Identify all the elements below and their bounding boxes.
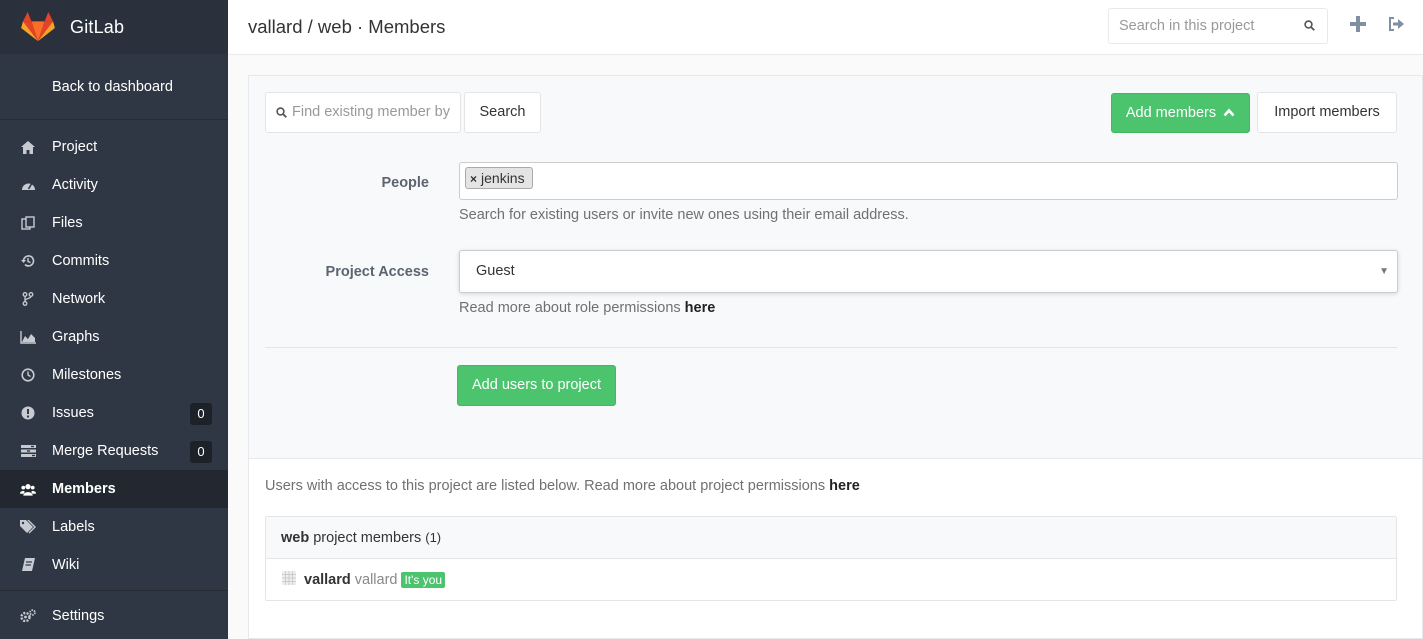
tags-icon (20, 519, 36, 535)
sidebar-item-label: Wiki (52, 557, 80, 573)
sidebar-nav: Project Activity Files Commits Network G… (0, 120, 228, 635)
gitlab-logo-icon (21, 12, 55, 42)
main-content: Find existing member by Search Add membe… (228, 55, 1423, 639)
book-icon (20, 557, 36, 573)
code-fork-icon (20, 291, 36, 307)
sidebar-item-network[interactable]: Network (0, 280, 228, 318)
member-row: vallard vallard It's you (266, 559, 1396, 601)
add-members-button[interactable]: Add members (1111, 93, 1250, 133)
sidebar-item-members[interactable]: Members (0, 470, 228, 508)
history-icon (20, 253, 36, 269)
project-name: web (281, 530, 310, 546)
remove-token-icon[interactable]: × (470, 172, 477, 186)
people-input[interactable]: × jenkins (459, 162, 1398, 200)
sidebar-item-milestones[interactable]: Milestones (0, 356, 228, 394)
sidebar-item-commits[interactable]: Commits (0, 242, 228, 280)
add-members-form: Find existing member by Search Add membe… (249, 76, 1422, 459)
clock-icon (20, 367, 36, 383)
people-help-text: Search for existing users or invite new … (459, 207, 909, 223)
cogs-icon (20, 608, 36, 624)
add-members-label: Add members (1125, 105, 1217, 121)
merge-requests-count-badge: 0 (190, 441, 212, 463)
search-button[interactable]: Search (464, 92, 541, 133)
sidebar-item-label: Files (52, 215, 83, 231)
sign-out-icon[interactable] (1388, 17, 1404, 31)
sidebar-item-label: Labels (52, 519, 95, 535)
project-search-placeholder: Search in this project (1119, 18, 1255, 34)
sidebar: GitLab Back to dashboard Project Activit… (0, 0, 228, 639)
brand-name: GitLab (70, 16, 125, 37)
its-you-badge: It's you (401, 572, 446, 588)
search-icon (276, 107, 287, 118)
people-label: People (381, 175, 429, 191)
sidebar-item-label: Merge Requests (52, 443, 159, 459)
members-list: web project members (1) vallard vallard … (265, 516, 1397, 601)
sidebar-item-label: Activity (52, 177, 98, 193)
sidebar-item-wiki[interactable]: Wiki (0, 546, 228, 584)
sidebar-item-label: Network (52, 291, 106, 307)
files-icon (20, 215, 36, 231)
sidebar-item-label: Issues (52, 405, 94, 421)
members-info-text: Users with access to this project are li… (265, 478, 860, 494)
access-help-label: Read more about role permissions (459, 300, 681, 316)
project-access-value: Guest (476, 263, 515, 279)
sidebar-item-label: Commits (52, 253, 110, 269)
access-help-text: Read more about role permissions here (459, 300, 715, 316)
sidebar-item-project[interactable]: Project (0, 128, 228, 166)
members-info-label: Users with access to this project are li… (265, 478, 826, 494)
page-title: vallard / web · Members (248, 16, 446, 37)
back-to-dashboard-link[interactable]: Back to dashboard (0, 54, 228, 120)
sidebar-item-label: Members (52, 481, 116, 497)
member-search-placeholder: Find existing member by (292, 104, 450, 120)
search-icon (1304, 20, 1315, 31)
plus-icon[interactable] (1350, 16, 1366, 32)
member-username: vallard (354, 572, 398, 588)
sidebar-item-label: Project (52, 139, 98, 155)
people-token[interactable]: × jenkins (465, 167, 533, 189)
sidebar-item-issues[interactable]: Issues 0 (0, 394, 228, 432)
sidebar-item-labels[interactable]: Labels (0, 508, 228, 546)
sidebar-item-settings[interactable]: Settings (0, 597, 228, 635)
area-chart-icon (20, 329, 36, 345)
sidebar-item-label: Graphs (52, 329, 100, 345)
project-permissions-link[interactable]: here (829, 478, 860, 494)
import-members-button[interactable]: Import members (1257, 92, 1397, 133)
member-name[interactable]: vallard (304, 572, 351, 588)
sidebar-divider (0, 590, 228, 591)
caret-down-icon: ▼ (1379, 266, 1389, 277)
avatar (282, 571, 296, 585)
project-search-input[interactable]: Search in this project (1108, 8, 1328, 44)
members-panel: Find existing member by Search Add membe… (248, 75, 1423, 639)
add-users-to-project-button[interactable]: Add users to project (457, 365, 616, 406)
sidebar-item-label: Milestones (52, 367, 122, 383)
project-access-select[interactable]: Guest ▼ (459, 250, 1398, 293)
issues-count-badge: 0 (190, 403, 212, 425)
home-icon (20, 139, 36, 155)
dashboard-icon (20, 177, 36, 193)
sidebar-item-label: Settings (52, 608, 105, 624)
member-search-input[interactable]: Find existing member by (265, 92, 461, 133)
top-header: vallard / web · Members Search in this p… (228, 0, 1423, 55)
users-icon (20, 481, 36, 497)
members-heading: project members (313, 530, 422, 546)
sidebar-item-files[interactable]: Files (0, 204, 228, 242)
form-divider (265, 347, 1397, 348)
role-permissions-link[interactable]: here (685, 300, 716, 316)
chevron-up-icon (1223, 108, 1235, 117)
project-access-label: Project Access (325, 264, 429, 280)
members-list-header: web project members (1) (266, 517, 1396, 559)
brand[interactable]: GitLab (0, 0, 228, 54)
sidebar-item-graphs[interactable]: Graphs (0, 318, 228, 356)
exclamation-circle-icon (20, 405, 36, 421)
people-token-label: jenkins (481, 170, 525, 186)
sidebar-item-merge-requests[interactable]: Merge Requests 0 (0, 432, 228, 470)
sidebar-item-activity[interactable]: Activity (0, 166, 228, 204)
members-count: (1) (425, 530, 442, 545)
tasks-icon (20, 443, 36, 459)
